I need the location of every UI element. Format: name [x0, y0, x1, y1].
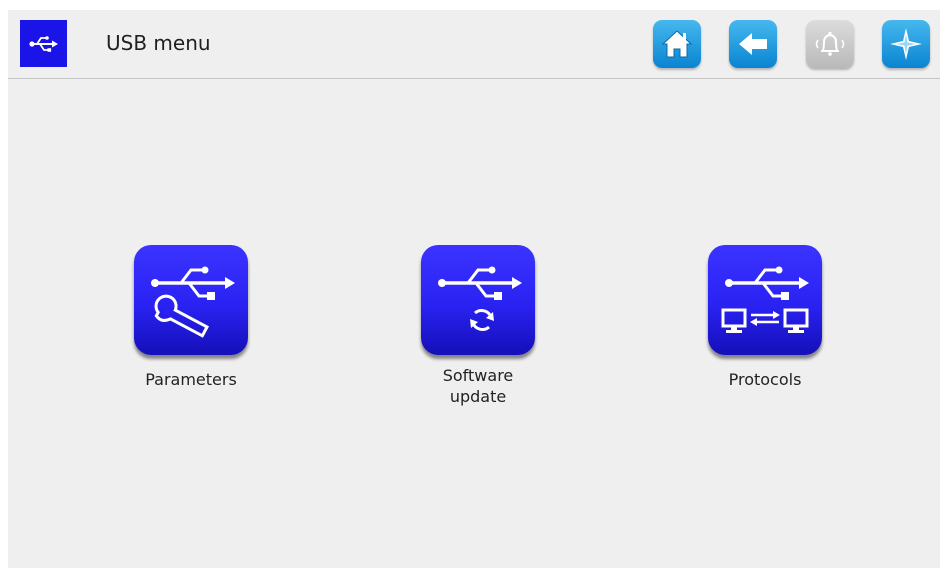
alarm-button[interactable] — [806, 20, 854, 68]
parameters-tile[interactable]: Parameters — [126, 245, 256, 390]
protocols-label: Protocols — [728, 370, 802, 389]
back-button[interactable] — [729, 20, 777, 68]
usb-refresh-icon — [438, 266, 522, 332]
usb-wrench-icon — [151, 266, 235, 338]
parameters-label: Parameters — [145, 370, 237, 389]
home-button[interactable] — [653, 20, 701, 68]
usb-icon — [20, 20, 67, 67]
software-update-label: Software update — [403, 365, 553, 407]
usb-menu-screen: USB menu Parameters Software update Prot… — [8, 10, 940, 568]
software-update-tile[interactable]: Software update — [413, 245, 543, 407]
protocols-tile[interactable]: Protocols — [700, 245, 830, 390]
protocols-button[interactable] — [708, 245, 822, 355]
software-update-label-line2: update — [449, 387, 507, 406]
compass-star-icon — [890, 28, 922, 60]
home-icon — [661, 30, 693, 58]
navigation-button[interactable] — [882, 20, 930, 68]
usb-transfer-icon — [721, 266, 809, 333]
bell-icon — [815, 32, 845, 56]
software-update-label-line1: Software — [442, 366, 514, 385]
parameters-button[interactable] — [134, 245, 248, 355]
software-update-button[interactable] — [421, 245, 535, 355]
page-title: USB menu — [106, 31, 211, 55]
back-arrow-icon — [739, 33, 767, 55]
header-bar: USB menu — [8, 10, 940, 79]
